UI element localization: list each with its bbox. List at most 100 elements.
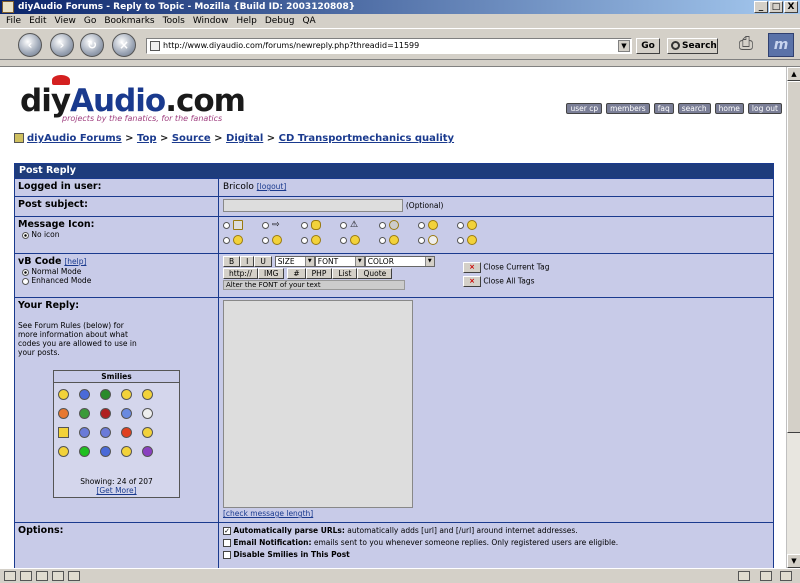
crumb-thread[interactable]: CD Transportmechanics quality (279, 133, 454, 144)
crumb-top[interactable]: Top (137, 133, 157, 144)
menu-help[interactable]: Help (232, 14, 261, 28)
icon-radio[interactable] (301, 221, 308, 229)
icon-radio[interactable] (379, 221, 386, 229)
quote-button[interactable]: Quote (357, 268, 393, 279)
crumb-digital[interactable]: Digital (226, 133, 263, 144)
menu-edit[interactable]: Edit (25, 14, 50, 28)
print-icon[interactable]: ⎙ (732, 33, 760, 57)
smiley-devil-icon[interactable] (121, 427, 132, 438)
mozilla-throbber-icon[interactable]: m (768, 33, 794, 57)
menu-bookmarks[interactable]: Bookmarks (100, 14, 158, 28)
back-icon[interactable]: ‹ (18, 33, 42, 57)
parse-urls-checkbox[interactable]: ✓ (223, 527, 231, 535)
php-button[interactable]: PHP (305, 268, 333, 279)
menu-qa[interactable]: QA (298, 14, 319, 28)
vbcode-help-link[interactable]: [help] (64, 257, 86, 266)
close-tag-icon[interactable]: × (463, 262, 481, 273)
offline-icon[interactable] (780, 571, 792, 581)
check-length-link[interactable]: [check message length] (223, 509, 769, 518)
maximize-button[interactable]: □ (769, 1, 783, 13)
smiley-eek-icon[interactable] (142, 427, 153, 438)
icon-radio[interactable] (262, 221, 269, 229)
scroll-thumb[interactable] (787, 81, 800, 433)
icon-radio[interactable] (262, 236, 269, 244)
smiley-angry-icon[interactable] (100, 408, 111, 419)
size-select[interactable]: SIZE ▼ (274, 256, 315, 267)
url-bar[interactable]: http://www.diyaudio.com/forums/newreply.… (146, 38, 632, 54)
navigator-icon[interactable] (4, 571, 16, 581)
forward-icon[interactable]: › (50, 33, 74, 57)
underline-button[interactable]: U (254, 256, 272, 267)
icon-radio[interactable] (223, 221, 230, 229)
stop-icon[interactable]: × (112, 33, 136, 57)
nav-home[interactable]: home (714, 103, 744, 114)
icon-radio[interactable] (457, 236, 464, 244)
icon-radio[interactable] (223, 236, 230, 244)
nav-search[interactable]: search (677, 103, 711, 114)
smiley-sleep-icon[interactable] (121, 408, 132, 419)
smiley-pale-icon[interactable] (142, 408, 153, 419)
smiley-green-icon[interactable] (100, 389, 111, 400)
code-button[interactable]: # (287, 268, 306, 279)
security-lock-icon[interactable] (760, 571, 772, 581)
smiley-cold-icon[interactable] (100, 427, 111, 438)
img-button[interactable]: IMG (257, 268, 285, 279)
smiley-sad-blue-icon[interactable] (100, 446, 111, 457)
smiley-smile-icon[interactable] (58, 389, 69, 400)
icon-radio[interactable] (301, 236, 308, 244)
icon-radio[interactable] (418, 221, 425, 229)
font-select[interactable]: FONT ▼ (314, 256, 365, 267)
smiley-grin-icon[interactable] (121, 389, 132, 400)
reply-textarea[interactable] (223, 300, 413, 508)
no-icon-radio[interactable] (22, 231, 29, 239)
icon-radio[interactable] (340, 221, 347, 229)
subject-input[interactable] (223, 199, 403, 212)
smiley-warning-icon[interactable] (58, 427, 69, 438)
minimize-button[interactable]: _ (754, 1, 768, 13)
smilies-more-link[interactable]: [Get More] (54, 486, 179, 495)
chat-icon[interactable] (52, 571, 64, 581)
scroll-down-icon[interactable]: ▼ (787, 554, 800, 568)
crumb-forums[interactable]: diyAudio Forums (27, 133, 122, 144)
url-button[interactable]: http:// (223, 268, 258, 279)
crumb-source[interactable]: Source (172, 133, 211, 144)
vertical-scrollbar[interactable]: ▲ ▼ (786, 67, 800, 568)
menu-go[interactable]: Go (80, 14, 100, 28)
mail-icon[interactable] (20, 571, 32, 581)
email-notify-checkbox[interactable] (223, 539, 231, 547)
menu-window[interactable]: Window (189, 14, 233, 28)
menu-debug[interactable]: Debug (261, 14, 299, 28)
normal-mode-radio[interactable] (22, 268, 29, 276)
composer-icon[interactable] (36, 571, 48, 581)
nav-user-cp[interactable]: user cp (566, 103, 603, 114)
url-dropdown-icon[interactable]: ▼ (618, 40, 630, 52)
nav-members[interactable]: members (606, 103, 650, 114)
smiley-confused-icon[interactable] (79, 427, 90, 438)
icon-radio[interactable] (379, 236, 386, 244)
addressbook-icon[interactable] (68, 571, 80, 581)
smiley-sick-icon[interactable] (79, 408, 90, 419)
icon-radio[interactable] (340, 236, 347, 244)
color-select[interactable]: COLOR ▼ (364, 256, 435, 267)
close-button[interactable]: X (784, 1, 798, 13)
scroll-up-icon[interactable]: ▲ (787, 67, 800, 81)
menu-file[interactable]: File (2, 14, 25, 28)
smiley-purple-icon[interactable] (142, 446, 153, 457)
italic-button[interactable]: I (240, 256, 255, 267)
icon-radio[interactable] (418, 236, 425, 244)
bold-button[interactable]: B (223, 256, 241, 267)
nav-faq[interactable]: faq (653, 103, 674, 114)
nav-logout[interactable]: log out (747, 103, 782, 114)
disable-smilies-checkbox[interactable] (223, 551, 231, 559)
smiley-frown-icon[interactable] (58, 446, 69, 457)
logout-link[interactable]: [logout] (257, 182, 287, 191)
smiley-yawn-icon[interactable] (121, 446, 132, 457)
menu-view[interactable]: View (51, 14, 80, 28)
menu-tools[interactable]: Tools (159, 14, 189, 28)
list-button[interactable]: List (332, 268, 358, 279)
icon-radio[interactable] (457, 221, 464, 229)
smiley-alien-icon[interactable] (79, 446, 90, 457)
reload-icon[interactable]: ↻ (80, 33, 104, 57)
smiley-blue-icon[interactable] (79, 389, 90, 400)
enhanced-mode-radio[interactable] (22, 277, 29, 285)
